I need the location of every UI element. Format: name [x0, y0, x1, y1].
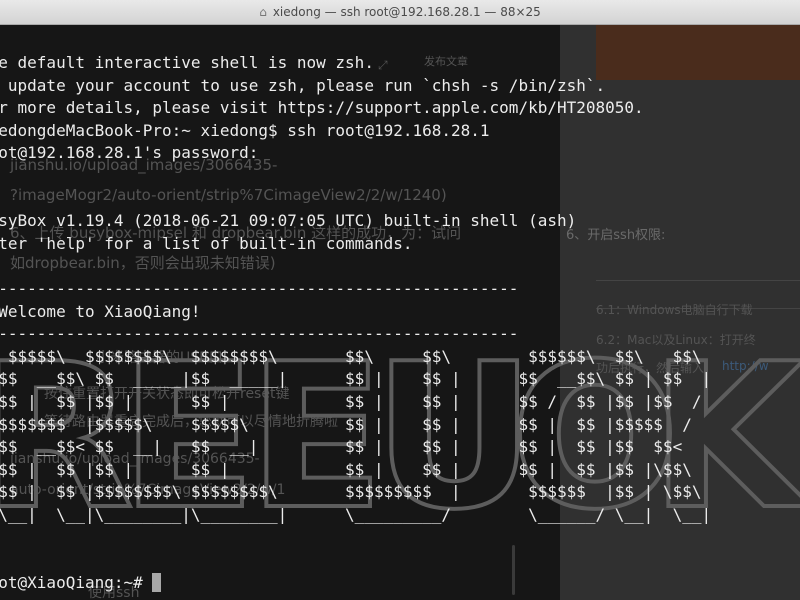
- terminal-line: ----------------------------------------…: [0, 278, 519, 298]
- window-title-bar[interactable]: ⌂ xiedong — ssh root@192.168.28.1 — 88×2…: [0, 0, 800, 25]
- ascii-art-line: $$$$$\ $$$$$$$$\ $$$$$$$$\ $$\ $$\ $$$$$…: [0, 346, 702, 366]
- house-icon: ⌂: [259, 5, 267, 19]
- ascii-art-line: $$ __$$\ $$ _____|$$ _____| $$ | $$ | $$…: [0, 369, 712, 389]
- ascii-art-line: \__| \__|\________|\________| \_________…: [0, 504, 712, 524]
- ascii-art-line: $$ | $$ |$$ | $$ | $$ | $$ | $$ | $$ |$$…: [0, 459, 692, 479]
- ascii-art-line: $$ __$$< $$ __| $$ __| $$ | $$ | $$ | $$…: [0, 437, 683, 457]
- terminal-line: BusyBox v1.19.4 (2018-06-21 09:07:05 UTC…: [0, 211, 577, 231]
- terminal-line: root@192.168.28.1's password:: [0, 143, 259, 163]
- terminal-output: The default interactive shell is now zsh…: [0, 52, 711, 594]
- terminal-line: Enter 'help' for a list of built-in comm…: [0, 233, 413, 253]
- ascii-art-line: $$ | $$ |$$$$$$$$\ $$$$$$$$\ $$$$$$$$$ |…: [0, 482, 702, 502]
- text-cursor: [152, 573, 162, 593]
- terminal-line: The default interactive shell is now zsh…: [0, 53, 374, 72]
- terminal-line: For more details, please visit https://s…: [0, 98, 644, 118]
- terminal-line: To update your account to use zsh, pleas…: [0, 75, 606, 95]
- terminal-line: Welcome to XiaoQiang!: [0, 301, 201, 321]
- window-title: xiedong — ssh root@192.168.28.1 — 88×25: [272, 5, 541, 19]
- ascii-art-line: $$ | $$ |$$ | $$ | $$ | $$ | $$ / $$ |$$…: [0, 391, 702, 411]
- terminal-line: xiedongdeMacBook-Pro:~ xiedong$ ssh root…: [0, 120, 490, 140]
- shell-prompt: root@XiaoQiang:~#: [0, 572, 143, 592]
- terminal-line: ----------------------------------------…: [0, 324, 519, 344]
- ascii-art-line: $$$$$$$ |$$$$$\ $$$$$\ $$ | $$ | $$ | $$…: [0, 414, 692, 434]
- terminal-view[interactable]: 发布文章 jianshu.io/upload_images/3066435- ?…: [0, 25, 800, 600]
- prompt-line[interactable]: root@XiaoQiang:~#: [0, 572, 711, 595]
